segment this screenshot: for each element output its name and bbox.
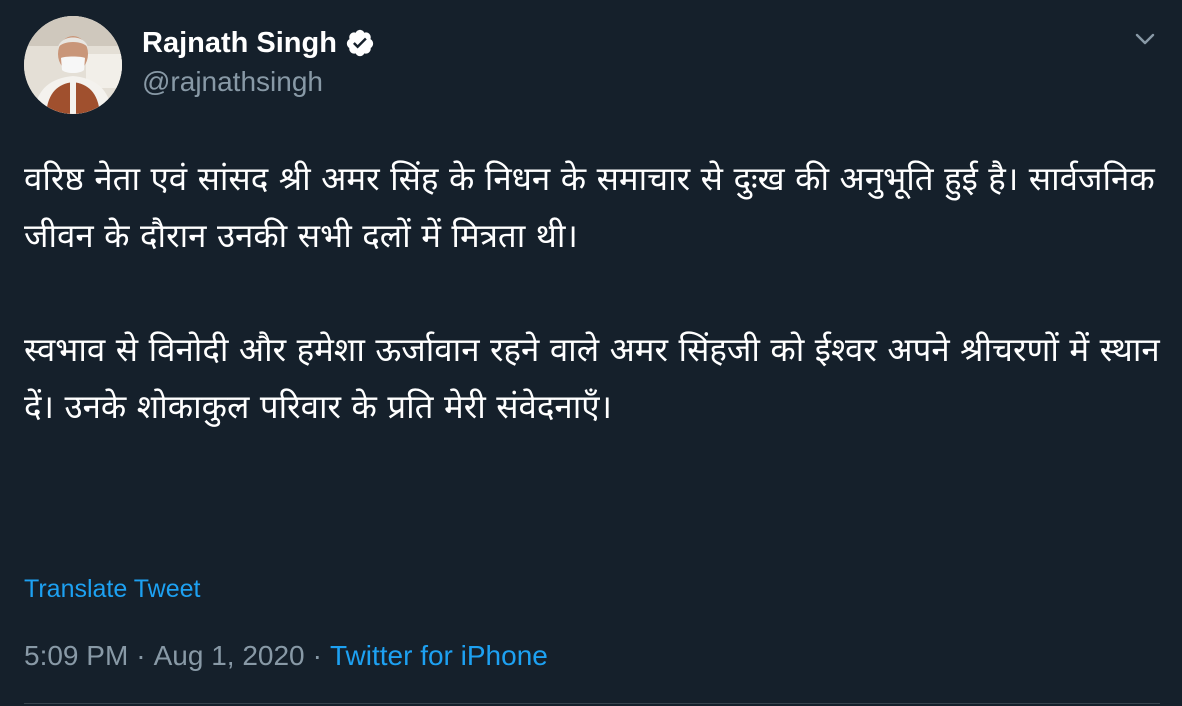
verified-badge-icon (346, 29, 374, 57)
tweet-date[interactable]: Aug 1, 2020 (154, 640, 305, 671)
author-name-row: Rajnath Singh (142, 25, 375, 61)
divider (24, 703, 1160, 704)
profile-photo-icon (24, 16, 122, 114)
translate-tweet-link[interactable]: Translate Tweet (24, 572, 200, 606)
tweet-time[interactable]: 5:09 PM (24, 640, 128, 671)
chevron-down-icon (1135, 33, 1155, 45)
meta-separator: · (312, 640, 322, 671)
author-handle[interactable]: @rajnathsingh (142, 64, 323, 100)
tweet-paragraph: वरिष्ठ नेता एवं सांसद श्री अमर सिंह के न… (24, 159, 1155, 255)
tweet-source-link[interactable]: Twitter for iPhone (330, 640, 548, 671)
meta-separator: · (136, 640, 146, 671)
avatar[interactable] (24, 16, 122, 114)
tweet-metadata: 5:09 PM · Aug 1, 2020 · Twitter for iPhone (24, 637, 548, 675)
more-options-button[interactable] (1128, 22, 1162, 56)
tweet-text: वरिष्ठ नेता एवं सांसद श्री अमर सिंह के न… (24, 150, 1164, 435)
tweet-card: Rajnath Singh @rajnathsingh वरिष्ठ नेता … (0, 0, 1182, 706)
tweet-paragraph: स्वभाव से विनोदी और हमेशा ऊर्जावान रहने … (24, 330, 1160, 426)
author-name[interactable]: Rajnath Singh (142, 25, 337, 61)
